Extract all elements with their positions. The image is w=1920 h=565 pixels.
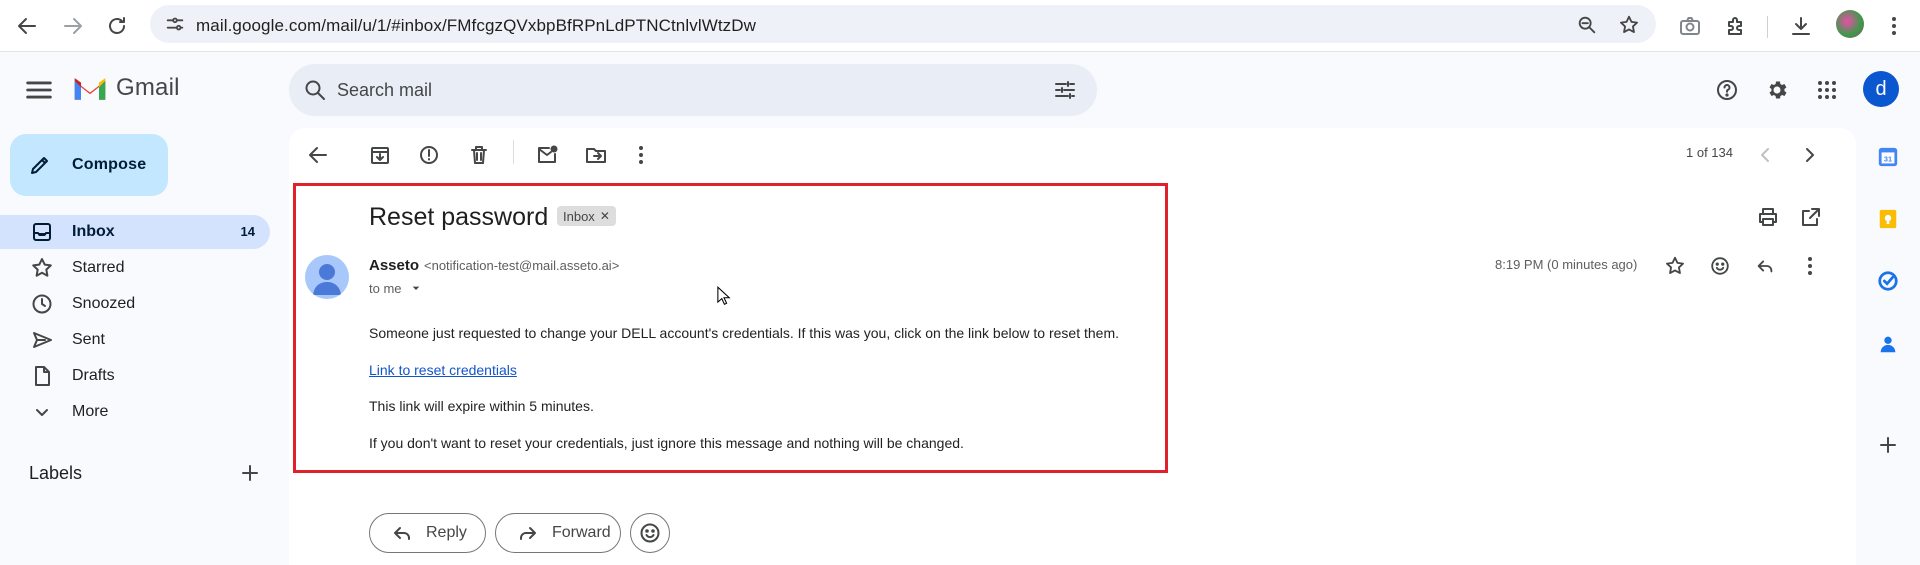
reply-icon[interactable] <box>1751 252 1779 280</box>
body-paragraph: This link will expire within 5 minutes. <box>369 398 594 414</box>
site-settings-icon[interactable] <box>164 13 186 35</box>
unread-count: 14 <box>240 224 255 239</box>
sender-avatar <box>305 255 349 299</box>
sidebar-item-label: Starred <box>72 259 125 276</box>
svg-text:31: 31 <box>1884 155 1892 164</box>
sidebar-item-inbox[interactable]: Inbox 14 <box>0 215 270 249</box>
tasks-icon[interactable] <box>1875 268 1901 294</box>
remove-label-icon[interactable]: ✕ <box>600 209 610 223</box>
sidebar-item-starred[interactable]: Starred <box>0 251 270 285</box>
sidebar-item-more[interactable]: More <box>0 395 270 429</box>
back-arrow-icon[interactable] <box>11 10 43 42</box>
smiley-icon <box>640 523 660 543</box>
sidebar-item-drafts[interactable]: Drafts <box>0 359 270 393</box>
body-paragraph: Someone just requested to change your DE… <box>369 325 1119 341</box>
account-avatar[interactable]: d <box>1863 71 1899 107</box>
draft-icon <box>30 364 54 388</box>
recipient-details[interactable]: to me <box>369 280 424 296</box>
address-bar[interactable]: mail.google.com/mail/u/1/#inbox/FMfcgzQV… <box>150 5 1656 43</box>
url-text: mail.google.com/mail/u/1/#inbox/FMfcgzQV… <box>196 16 757 35</box>
chevron-down-icon <box>30 400 54 424</box>
main-menu-icon[interactable] <box>22 73 56 107</box>
mark-unread-icon[interactable] <box>533 141 561 169</box>
received-time: 8:19 PM (0 minutes ago) <box>1495 257 1638 272</box>
sidebar-item-label: Drafts <box>72 367 115 384</box>
camera-icon[interactable] <box>1674 10 1706 42</box>
chip-label: Inbox <box>563 208 595 224</box>
reset-credentials-link[interactable]: Link to reset credentials <box>369 362 517 378</box>
search-bar[interactable] <box>289 64 1097 116</box>
emoji-reaction-button[interactable] <box>630 513 670 553</box>
apps-grid-icon[interactable] <box>1811 74 1843 106</box>
forward-label: Forward <box>552 524 611 541</box>
open-new-window-icon[interactable] <box>1797 203 1825 231</box>
help-icon[interactable] <box>1711 74 1743 106</box>
newer-chevron-icon[interactable] <box>1751 141 1779 169</box>
caret-down-icon[interactable] <box>408 280 424 296</box>
recipient-label: to me <box>369 280 402 296</box>
downloads-icon[interactable] <box>1785 10 1817 42</box>
sidebar-item-label: Sent <box>72 331 105 348</box>
pagination-count: 1 of 134 <box>1686 145 1733 160</box>
forward-arrow-icon[interactable] <box>57 10 89 42</box>
move-to-icon[interactable] <box>582 141 610 169</box>
sidebar-item-label: More <box>72 403 109 420</box>
sidebar-item-label: Snoozed <box>72 295 136 312</box>
sidebar-item-sent[interactable]: Sent <box>0 323 270 357</box>
sidebar-item-label: Inbox <box>72 223 115 240</box>
star-icon <box>30 256 54 280</box>
back-to-inbox-icon[interactable] <box>304 141 332 169</box>
sender-email: <notification-test@mail.asseto.ai> <box>424 258 620 273</box>
sender-name: Asseto <box>369 257 420 274</box>
inbox-icon <box>30 220 54 244</box>
mouse-cursor <box>717 286 731 306</box>
toolbar-divider <box>1767 16 1768 38</box>
archive-icon[interactable] <box>366 141 394 169</box>
search-input[interactable] <box>337 76 1017 104</box>
toolbar-separator <box>513 140 514 164</box>
pencil-icon <box>31 157 48 174</box>
email-subject: Reset password <box>369 203 549 231</box>
compose-button[interactable]: Compose <box>10 134 168 196</box>
reply-arrow-icon <box>394 527 410 540</box>
search-icon[interactable] <box>303 78 327 102</box>
settings-gear-icon[interactable] <box>1761 74 1793 106</box>
chrome-menu-icon[interactable] <box>1878 10 1910 42</box>
zoom-icon[interactable] <box>1574 12 1600 38</box>
compose-label: Compose <box>72 156 147 173</box>
gmail-logo[interactable]: Gmail <box>72 74 180 102</box>
send-icon <box>30 328 54 352</box>
forward-arrow-icon <box>520 527 536 540</box>
add-label-icon[interactable] <box>238 461 262 485</box>
calendar-icon[interactable]: 31 <box>1875 144 1901 170</box>
browser-toolbar: mail.google.com/mail/u/1/#inbox/FMfcgzQV… <box>0 0 1920 52</box>
add-reaction-icon[interactable] <box>1706 252 1734 280</box>
print-icon[interactable] <box>1754 203 1782 231</box>
extensions-icon[interactable] <box>1720 10 1752 42</box>
sidebar-item-snoozed[interactable]: Snoozed <box>0 287 270 321</box>
keep-icon[interactable] <box>1875 206 1901 232</box>
more-options-icon[interactable] <box>627 141 655 169</box>
older-chevron-icon[interactable] <box>1796 141 1824 169</box>
clock-icon <box>30 292 54 316</box>
bookmark-star-icon[interactable] <box>1616 12 1642 38</box>
message-more-icon[interactable] <box>1796 252 1824 280</box>
app-name: Gmail <box>116 74 180 101</box>
profile-icon[interactable] <box>1836 10 1864 38</box>
inbox-label-chip[interactable]: Inbox ✕ <box>557 206 616 226</box>
delete-icon[interactable] <box>465 141 493 169</box>
labels-heading: Labels <box>29 463 83 483</box>
report-spam-icon[interactable] <box>415 141 443 169</box>
forward-button[interactable]: Forward <box>495 513 621 553</box>
contacts-icon[interactable] <box>1875 331 1901 357</box>
reload-icon[interactable] <box>101 10 133 42</box>
reply-button[interactable]: Reply <box>369 513 486 553</box>
search-options-icon[interactable] <box>1053 78 1077 102</box>
body-paragraph: If you don't want to reset your credenti… <box>369 435 964 451</box>
get-addons-plus-icon[interactable] <box>1875 432 1901 458</box>
reply-label: Reply <box>426 524 467 541</box>
star-message-icon[interactable] <box>1661 252 1689 280</box>
gmail-envelope-icon <box>74 78 106 100</box>
